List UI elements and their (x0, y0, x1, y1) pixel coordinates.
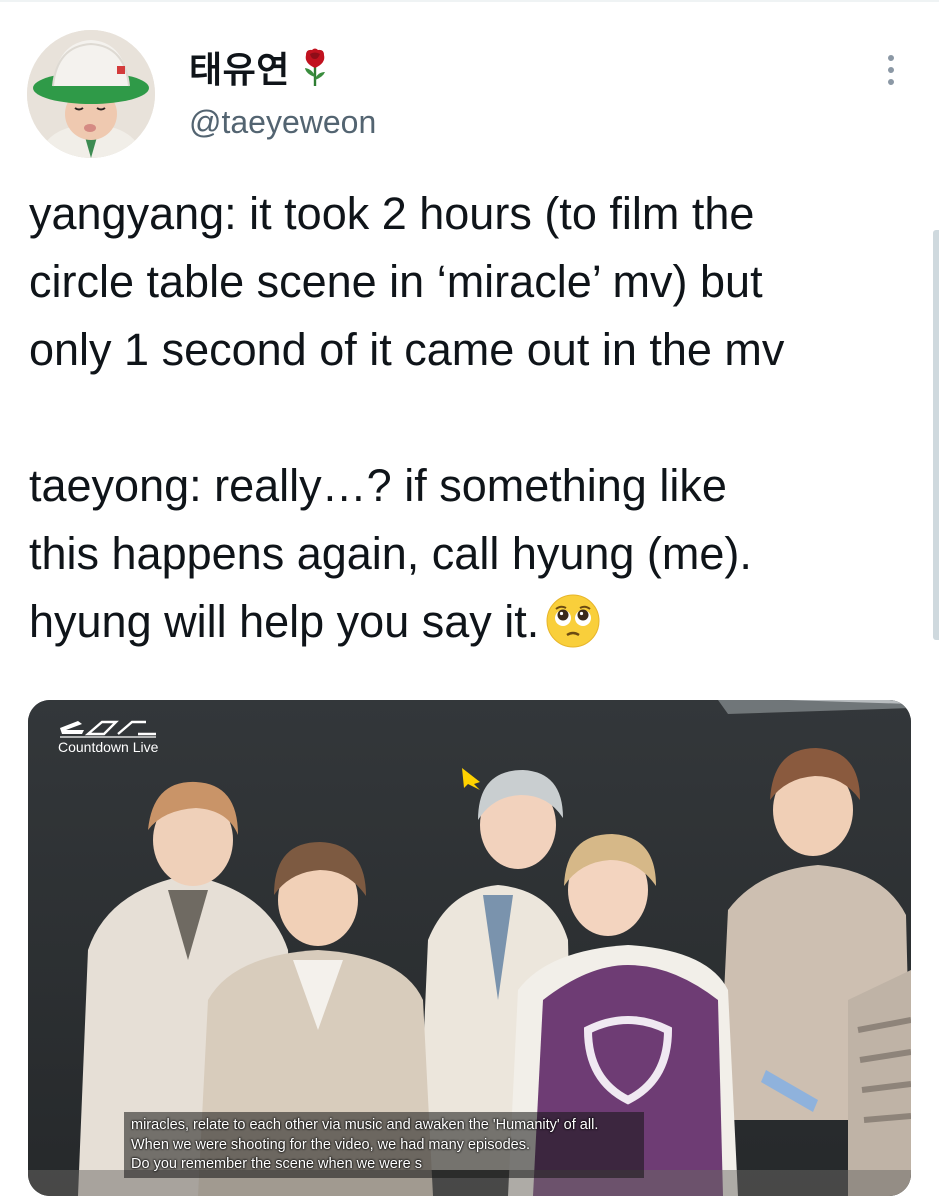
avatar[interactable] (27, 30, 155, 158)
author-name-row[interactable]: 태유연 (189, 45, 330, 91)
logo-text: Countdown Live (58, 739, 159, 755)
pleading-face-icon (545, 593, 601, 649)
author-handle[interactable]: @taeyeweon (189, 104, 376, 141)
tweet-line: only 1 second of it came out in the mv (29, 324, 785, 375)
tweet-line: circle table scene in ‘miracle’ mv) but (29, 256, 763, 307)
more-vertical-icon[interactable] (876, 50, 906, 90)
tweet-line: hyung will help you say it. (29, 596, 540, 647)
countdown-logo-icon (60, 720, 156, 738)
subtitle-line: Do you remember the scene when we were s (131, 1156, 422, 1172)
tweet-line: taeyong: really…? if something like (29, 460, 727, 511)
tweet-line: this happens again, call hyung (me). (29, 528, 752, 579)
tweet-media-image[interactable]: Countdown Live miracles, relate to each … (28, 700, 911, 1196)
subtitle-line: When we were shooting for the video, we … (131, 1136, 530, 1153)
tweet-text: yangyang: it took 2 hours (to film the c… (29, 180, 909, 656)
subtitle-line: miracles, relate to each other via music… (131, 1117, 599, 1133)
tweet-line-with-emoji: hyung will help you say it. (29, 588, 909, 656)
top-divider (0, 0, 939, 2)
rose-icon (300, 47, 330, 87)
display-name[interactable]: 태유연 (189, 41, 290, 93)
tweet-line: yangyang: it took 2 hours (to film the (29, 188, 755, 239)
scrollbar[interactable] (933, 230, 939, 640)
video-subtitle: miracles, relate to each other via music… (131, 1116, 771, 1175)
